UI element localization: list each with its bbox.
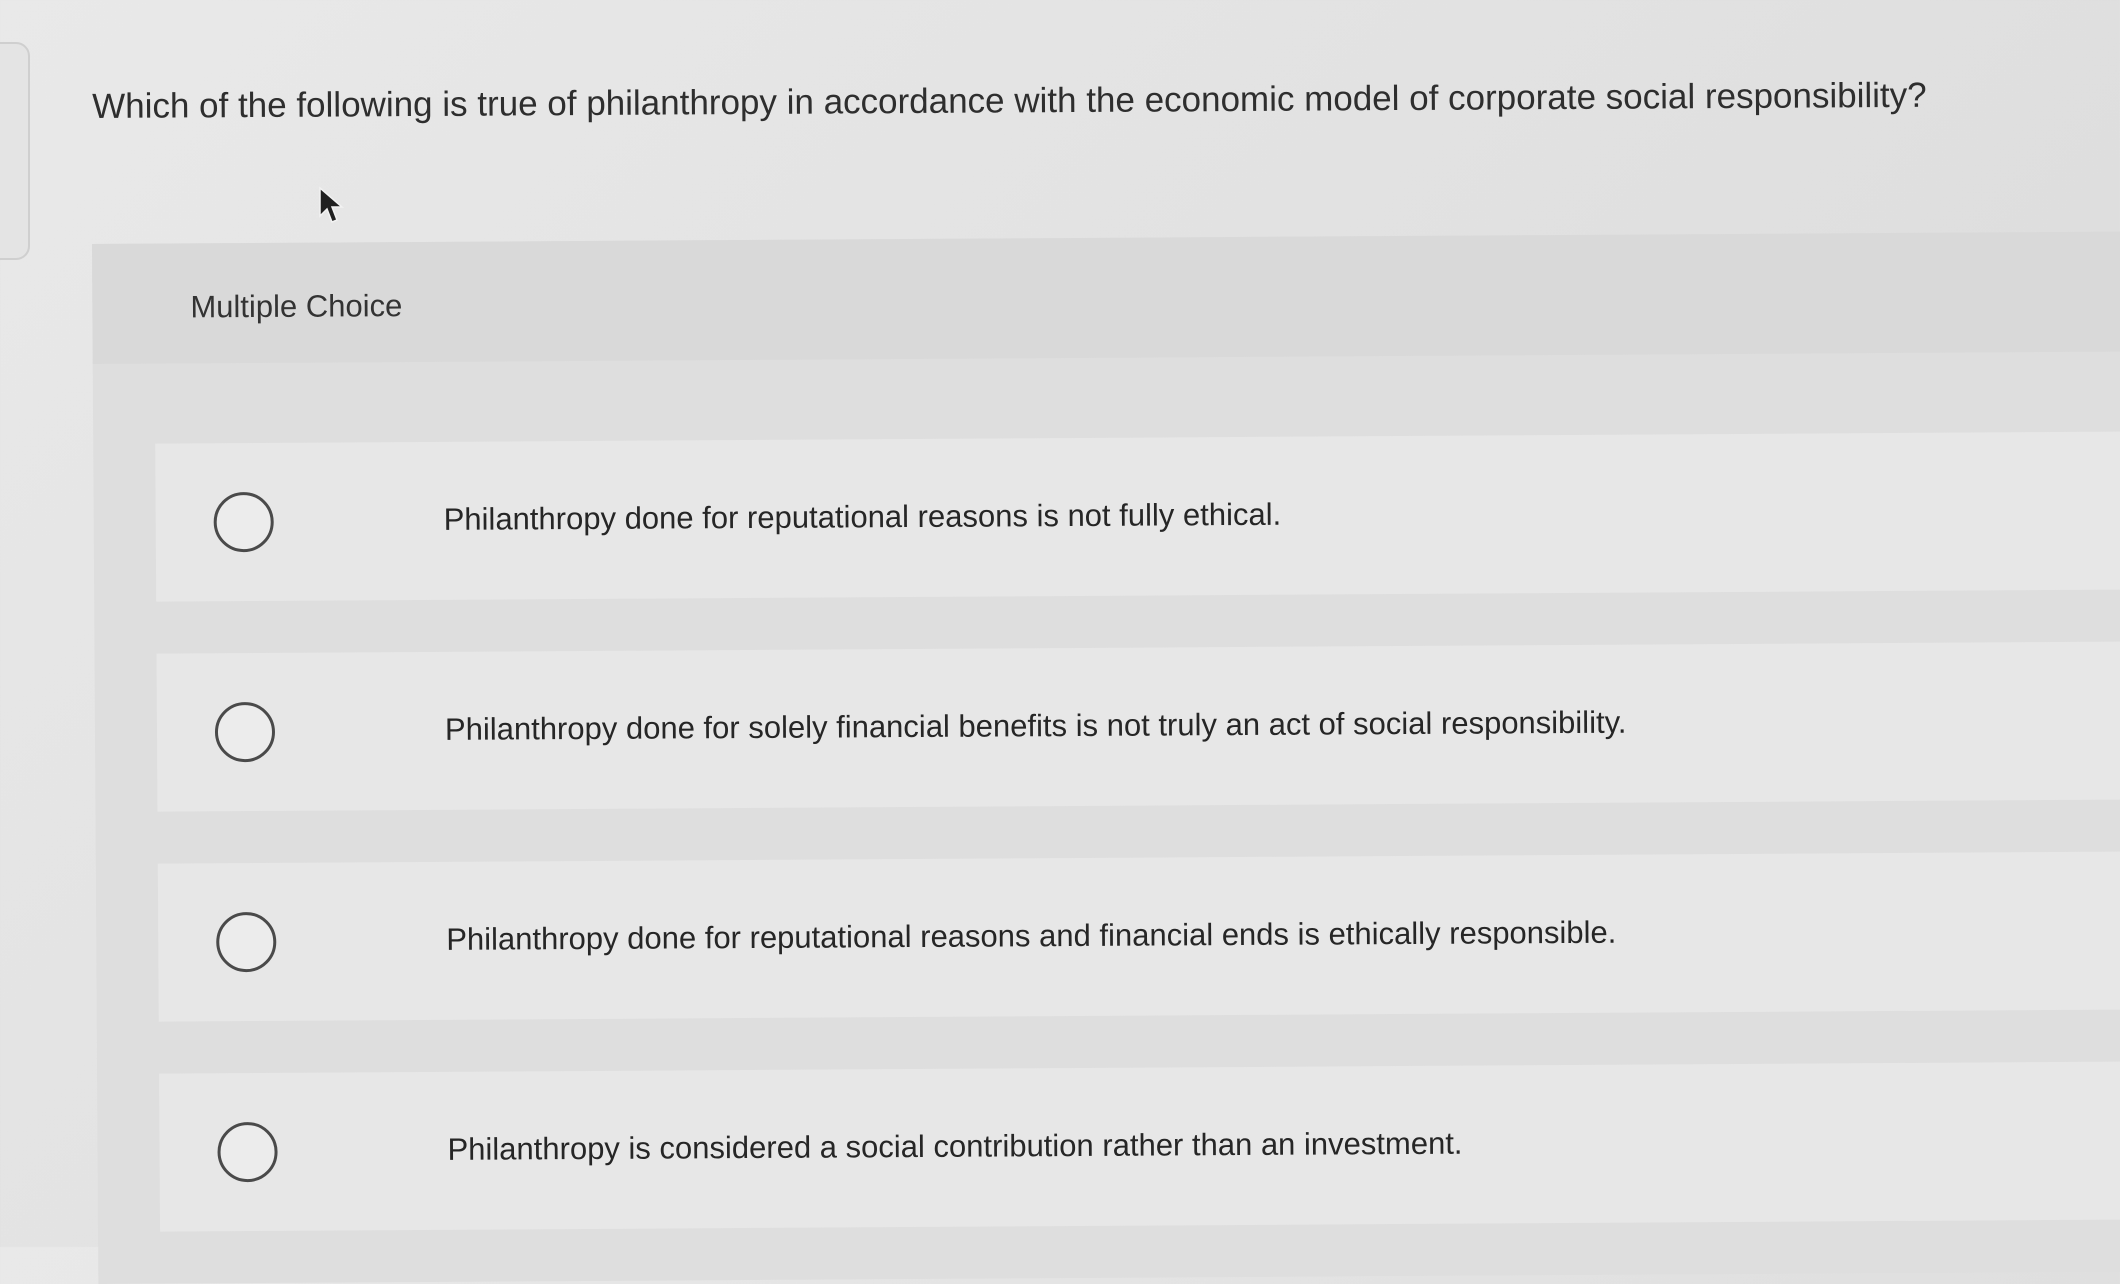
mouse-pointer-icon	[319, 186, 344, 223]
question-text: Which of the following is true of philan…	[92, 75, 1927, 126]
answer-option-1[interactable]: Philanthropy done for reputational reaso…	[155, 431, 2120, 602]
answer-option-3[interactable]: Philanthropy done for reputational reaso…	[157, 851, 2120, 1022]
radio-unchecked-icon[interactable]	[214, 701, 276, 763]
multiple-choice-header: Multiple Choice	[92, 231, 2120, 364]
answer-option-text: Philanthropy done for solely financial b…	[444, 704, 1627, 747]
multiple-choice-label: Multiple Choice	[190, 288, 403, 325]
radio-unchecked-icon[interactable]	[213, 491, 274, 553]
answer-option-text: Philanthropy done for reputational reaso…	[443, 496, 1282, 537]
answer-option-text: Philanthropy is considered a social cont…	[447, 1125, 1463, 1167]
radio-unchecked-icon[interactable]	[217, 1121, 278, 1183]
radio-unchecked-icon[interactable]	[216, 911, 277, 973]
answer-option-4[interactable]: Philanthropy is considered a social cont…	[159, 1061, 2120, 1232]
answer-option-2[interactable]: Philanthropy done for solely financial b…	[156, 641, 2120, 812]
left-edge-panel	[0, 42, 30, 260]
answer-option-text: Philanthropy done for reputational reaso…	[446, 914, 1617, 957]
multiple-choice-panel: Multiple Choice Philanthropy done for re…	[92, 231, 2120, 1284]
